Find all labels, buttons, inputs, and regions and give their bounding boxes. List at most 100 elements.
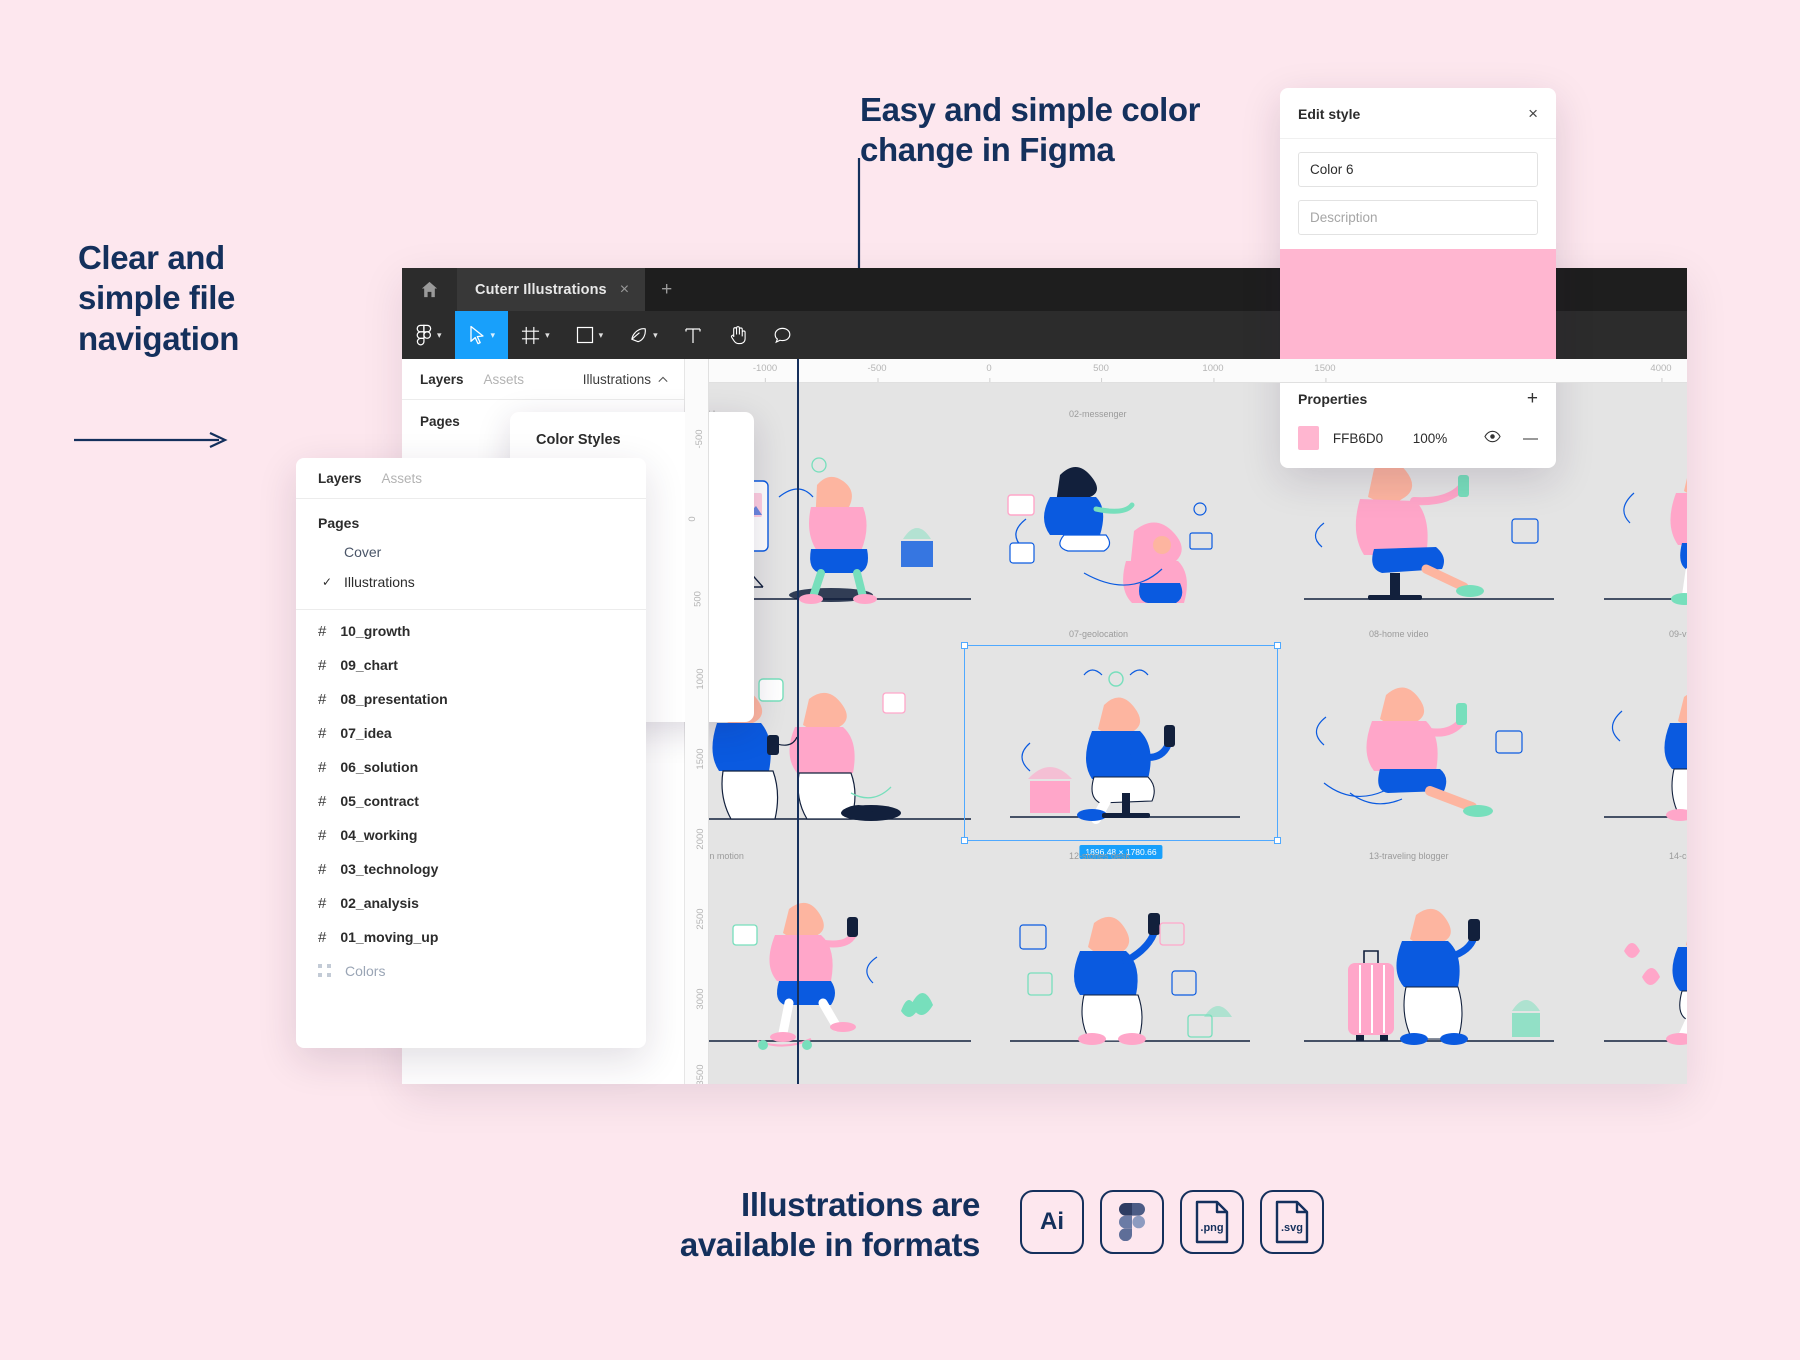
format-label-ai: Ai: [1040, 1208, 1064, 1236]
page-selector[interactable]: Illustrations: [567, 359, 684, 400]
frame-13[interactable]: 13-traveling blogger: [1264, 865, 1584, 1065]
remove-icon[interactable]: —: [1523, 430, 1538, 447]
selection-box[interactable]: 1896.48 × 1780.66: [964, 645, 1278, 841]
property-swatch-icon[interactable]: [1298, 426, 1319, 450]
divider: [296, 609, 646, 610]
selection-handle[interactable]: [961, 642, 968, 649]
comment-icon: [773, 326, 792, 345]
chevron-up-icon: [658, 376, 668, 383]
page-item-label: Illustrations: [344, 574, 415, 590]
style-description-input[interactable]: [1298, 200, 1538, 235]
tab-assets[interactable]: Assets: [484, 372, 525, 387]
callout-file-navigation: Clear and simple file navigation: [78, 238, 328, 359]
style-name-input[interactable]: [1298, 152, 1538, 187]
frame-label: 02-messenger: [1069, 409, 1127, 419]
color-preview[interactable]: [1280, 249, 1556, 372]
layer-row[interactable]: # 08_presentation: [296, 682, 646, 716]
layer-row[interactable]: # 04_working: [296, 818, 646, 852]
layer-label: 10_growth: [340, 623, 410, 639]
frame-label: 07-geolocation: [1069, 629, 1128, 639]
layer-label: 09_chart: [340, 657, 398, 673]
layer-label: 05_contract: [340, 793, 419, 809]
hash-icon: #: [318, 895, 326, 912]
ruler-tick: -1000: [753, 363, 777, 374]
tab-layers[interactable]: Layers: [318, 471, 362, 486]
layer-row[interactable]: # 05_contract: [296, 784, 646, 818]
hand-tool[interactable]: [715, 311, 760, 359]
file-tab[interactable]: Cuterr Illustrations ×: [457, 268, 645, 311]
ruler-tick: 1000: [695, 668, 706, 689]
hash-icon: #: [318, 793, 326, 810]
chevron-down-icon: ▾: [599, 330, 604, 341]
illustration-messenger: [964, 423, 1284, 623]
add-icon[interactable]: +: [1527, 388, 1538, 410]
frame-04[interactable]: [1564, 423, 1687, 623]
pen-tool[interactable]: ▾: [616, 311, 671, 359]
figma-logo-icon: [1119, 1203, 1145, 1241]
edit-style-panel[interactable]: Edit style × Properties + FFB6D0 100% —: [1280, 88, 1556, 468]
tab-layers[interactable]: Layers: [420, 372, 464, 387]
property-opacity[interactable]: 100%: [1413, 431, 1470, 446]
layer-row[interactable]: # 10_growth: [296, 614, 646, 648]
eye-icon[interactable]: [1484, 430, 1501, 446]
format-badge-ai[interactable]: Ai: [1020, 1190, 1084, 1254]
frame-label: 09-video lesson: [1669, 629, 1687, 639]
layer-label: 03_technology: [340, 861, 438, 877]
layers-panel[interactable]: Layers Assets Pages Cover ✓ Illustration…: [296, 458, 646, 1048]
format-badge-png[interactable]: .png: [1180, 1190, 1244, 1254]
tab-assets[interactable]: Assets: [382, 471, 423, 486]
frame-tool[interactable]: ▾: [508, 311, 563, 359]
edit-style-title: Edit style: [1298, 106, 1360, 122]
figma-menu-tool[interactable]: ▾: [402, 311, 455, 359]
chevron-down-icon: ▾: [545, 330, 550, 341]
close-icon[interactable]: ×: [620, 281, 629, 299]
format-badge-svg[interactable]: .svg: [1260, 1190, 1324, 1254]
layer-label: 08_presentation: [340, 691, 447, 707]
home-button[interactable]: [402, 268, 457, 311]
format-label-png: .png: [1200, 1222, 1223, 1234]
property-hex[interactable]: FFB6D0: [1333, 431, 1413, 446]
frame-07[interactable]: 07-geolocation: [964, 643, 1284, 843]
frame-02[interactable]: 02-messenger: [964, 423, 1284, 623]
ruler-tick: 0: [687, 516, 698, 521]
canvas-guide: [797, 359, 799, 1084]
move-tool[interactable]: ▾: [455, 311, 509, 359]
comment-tool[interactable]: [760, 311, 805, 359]
selection-handle[interactable]: [961, 837, 968, 844]
layer-row[interactable]: # 01_moving_up: [296, 920, 646, 954]
text-tool[interactable]: [671, 311, 715, 359]
cursor-icon: [468, 325, 486, 345]
shape-tool[interactable]: ▾: [563, 311, 617, 359]
layer-row[interactable]: # 09_chart: [296, 648, 646, 682]
property-row[interactable]: FFB6D0 100% —: [1280, 420, 1556, 468]
layer-row[interactable]: # 06_solution: [296, 750, 646, 784]
format-badge-figma[interactable]: [1100, 1190, 1164, 1254]
close-icon[interactable]: ×: [1528, 104, 1538, 124]
frame-label: 13-traveling blogger: [1369, 851, 1449, 861]
frame-11[interactable]: 11-video in motion: [685, 865, 1001, 1065]
hash-icon: #: [318, 657, 326, 674]
new-tab-button[interactable]: +: [645, 268, 688, 311]
ruler-tick: 4000: [1650, 363, 1671, 374]
page-item-cover[interactable]: Cover: [296, 537, 646, 567]
illustration-home-video: [1264, 643, 1584, 843]
layer-label: 01_moving_up: [340, 929, 438, 945]
layer-row[interactable]: # 07_idea: [296, 716, 646, 750]
callout-color-change: Easy and simple color change in Figma: [860, 90, 1230, 171]
illustration-traveling-blogger: [1264, 865, 1584, 1065]
frame-12[interactable]: 12-stories desk: [964, 865, 1284, 1065]
page-item-illustrations[interactable]: ✓ Illustrations: [296, 567, 646, 597]
hash-icon: #: [318, 623, 326, 640]
color-styles-title: Color Styles: [510, 432, 754, 456]
layer-row[interactable]: # 02_analysis: [296, 886, 646, 920]
frame-08[interactable]: 08-home video: [1264, 643, 1584, 843]
layer-label: 04_working: [340, 827, 417, 843]
hash-icon: #: [318, 827, 326, 844]
frame-09[interactable]: 09-video lesson: [1564, 643, 1687, 843]
hash-icon: #: [318, 691, 326, 708]
frame-14[interactable]: 14-collect likes: [1564, 865, 1687, 1065]
layer-row[interactable]: Colors: [296, 954, 646, 987]
layer-row[interactable]: # 03_technology: [296, 852, 646, 886]
ruler-tick: 3000: [695, 988, 706, 1009]
illustration-stories-desk: [964, 865, 1284, 1065]
